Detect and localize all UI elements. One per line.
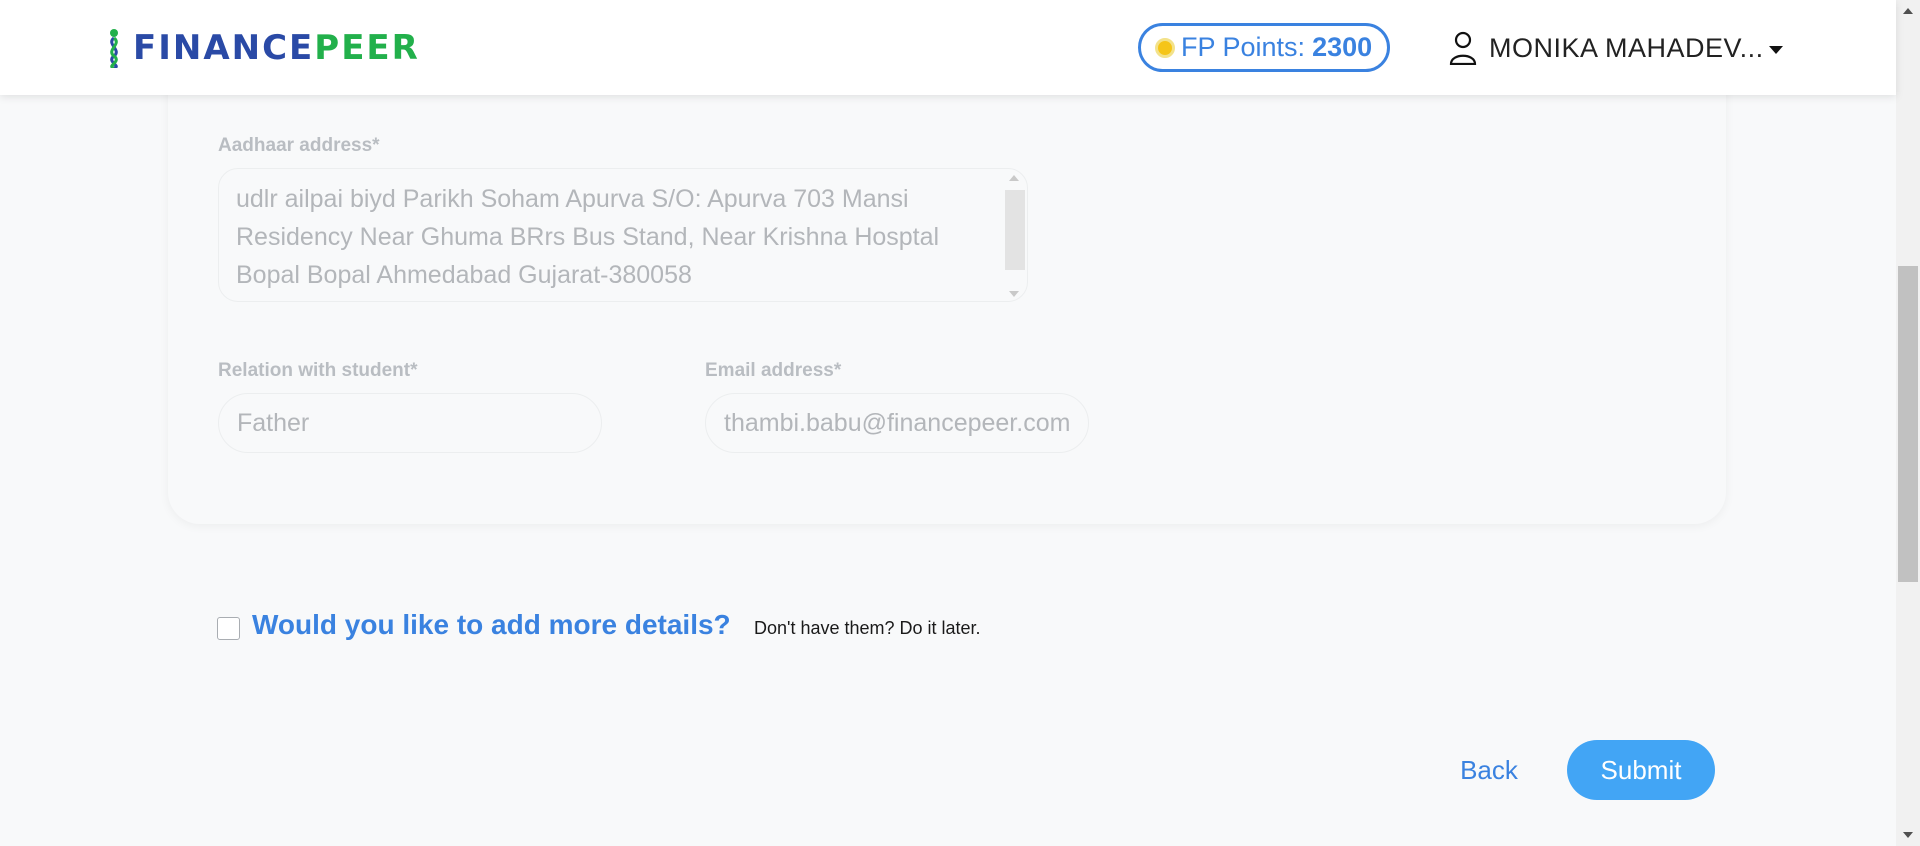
points-value: 2300 [1312,32,1373,62]
coin-icon [1155,37,1175,58]
aadhaar-address-field[interactable]: udlr ailpai biyd Parikh Soham Apurva S/O… [218,168,1028,302]
add-more-details-checkbox[interactable] [217,617,240,640]
add-more-details-title[interactable]: Would you like to add more details? [252,609,731,641]
top-header: FINANCEPEER FP Points: 2300 MONIKA MAHAD… [0,0,1896,95]
user-menu[interactable]: MONIKA MAHADEV... [1449,28,1783,68]
fp-points-badge[interactable]: FP Points: 2300 [1138,23,1390,72]
scroll-thumb[interactable] [1005,190,1025,270]
aadhaar-address-label: Aadhaar address* [218,135,380,156]
add-more-details-subtitle: Don't have them? Do it later. [754,618,981,638]
back-button[interactable]: Back [1452,740,1526,800]
submit-button[interactable]: Submit [1567,740,1715,800]
scroll-down-icon[interactable] [1009,291,1019,297]
email-label: Email address* [705,360,842,381]
points-label: FP Points: [1181,32,1306,62]
aadhaar-address-value: udlr ailpai biyd Parikh Soham Apurva S/O… [236,185,940,289]
logo-mark-icon [110,29,118,68]
relation-label: Relation with student* [218,360,418,381]
scroll-up-icon[interactable] [1009,175,1019,181]
logo-text: FINANCEPEER [133,28,420,68]
textarea-scrollbar[interactable] [1003,173,1025,299]
scroll-down-icon[interactable] [1903,832,1913,838]
user-icon [1449,31,1477,65]
page-scrollbar[interactable] [1896,0,1920,846]
email-field[interactable]: thambi.babu@financepeer.com [705,393,1089,453]
chevron-down-icon[interactable] [1768,46,1783,54]
relation-field[interactable]: Father [218,393,602,453]
scroll-up-icon[interactable] [1903,8,1913,14]
financepeer-logo[interactable]: FINANCEPEER [104,26,420,70]
user-name: MONIKA MAHADEV... [1489,32,1764,63]
scroll-thumb[interactable] [1898,266,1918,582]
